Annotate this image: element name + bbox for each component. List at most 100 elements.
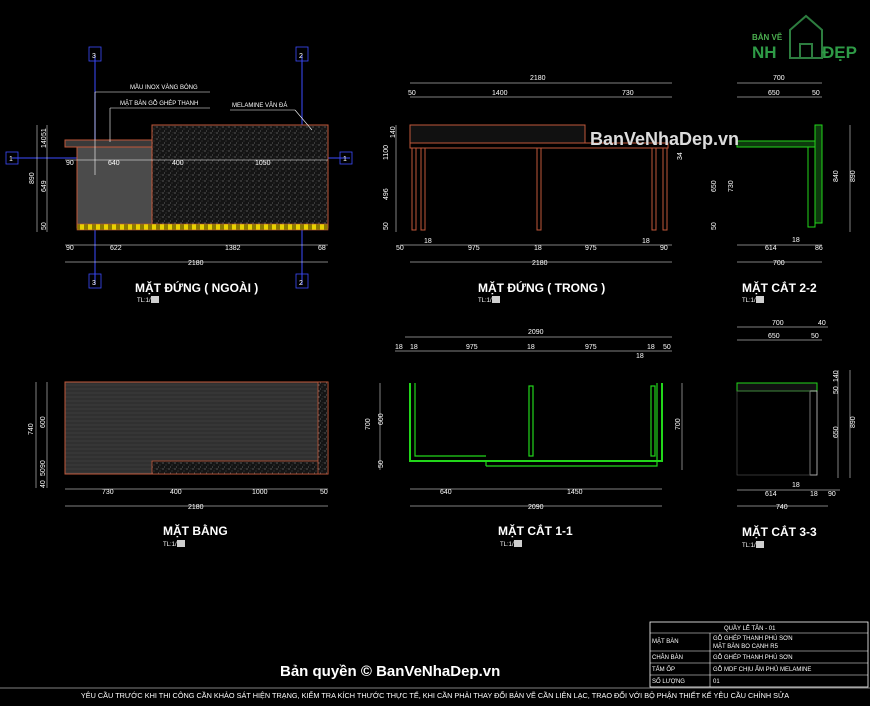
dimension: 975	[466, 344, 478, 351]
logo-line2a: NH	[752, 43, 777, 62]
logo-line1: BẢN VẼ	[752, 33, 783, 42]
view-section-1-1: 2090 18 18 975 18 975 18 50 18 700 600 5…	[365, 329, 683, 548]
dimension: 650	[711, 180, 718, 192]
view-scale: TL:1/	[500, 542, 514, 548]
dimension: 650	[768, 90, 780, 97]
view-title: MẶT CẮT 2-2	[742, 280, 817, 295]
dimension: 650	[768, 333, 780, 340]
view-scale: TL:1/	[742, 543, 756, 549]
dimension: 18	[410, 344, 418, 351]
title-block-key: CHÂN BÀN	[652, 654, 683, 661]
title-block-value: GỖ MDF CHỊU ẨM PHỦ MELAMINE	[713, 666, 811, 673]
dimension: 496	[383, 188, 390, 200]
dimension: 890	[850, 416, 857, 428]
dimension: 975	[468, 245, 480, 252]
dimension: 890	[850, 170, 857, 182]
axis-label: 1	[9, 156, 13, 163]
dimension: 400	[172, 160, 184, 167]
dimension-total: 2180	[188, 260, 204, 267]
view-title: MẶT CẮT 3-3	[742, 524, 817, 539]
dimension: 86	[815, 245, 823, 252]
dimension: 50	[40, 468, 47, 476]
title-block-value: MẶT BÀN BO CẠNH R5	[713, 643, 779, 650]
view-scale: TL:1/	[163, 542, 177, 548]
dimension: 51	[41, 128, 48, 136]
dimension: 400	[170, 489, 182, 496]
dimension: 975	[585, 245, 597, 252]
dimension: 18	[647, 344, 655, 351]
axis-label: 2	[299, 53, 303, 60]
dimension: 140	[41, 136, 48, 148]
dimension: 1450	[567, 489, 583, 496]
dimension-total: 700	[773, 260, 785, 267]
dimension: 840	[833, 170, 840, 182]
dimension: 50	[320, 489, 328, 496]
dimension: 614	[765, 245, 777, 252]
material-label: MẦU INOX VÀNG BÓNG	[130, 84, 198, 91]
view-elevation-outside: 3 2 3 2 1 1 MẦU INOX VÀNG BÓNG MẶT BÀN G…	[5, 46, 353, 304]
dimension: 975	[585, 344, 597, 351]
dimension: 650	[833, 426, 840, 438]
view-title: MẶT BẰNG	[163, 523, 228, 538]
dimension: 890	[29, 172, 36, 184]
view-scale: TL:1/	[478, 298, 492, 304]
brand-logo: BẢN VẼ NH ĐẸP	[752, 14, 857, 62]
dimension: 34	[677, 152, 684, 160]
dimension: 18	[395, 344, 403, 351]
dimension: 740	[28, 423, 35, 435]
dimension: 18	[534, 245, 542, 252]
dimension: 40	[818, 320, 826, 327]
title-block-value: 01	[713, 679, 720, 685]
dimension: 50	[383, 222, 390, 230]
dimension-total: 700	[773, 75, 785, 82]
dimension: 50	[396, 245, 404, 252]
dimension-total: 2180	[532, 260, 548, 267]
dimension-total: 2180	[188, 504, 204, 511]
dimension: 18	[792, 482, 800, 489]
dimension: 18	[527, 344, 535, 351]
view-scale: TL:1/	[742, 298, 756, 304]
footer-note: YÊU CẦU TRƯỚC KHI THI CÔNG CẦN KHẢO SÁT …	[81, 690, 789, 700]
dimension: 18	[636, 353, 644, 360]
dimension: 40	[40, 480, 47, 488]
dimension: 50	[811, 333, 819, 340]
axis-label: 1	[343, 156, 347, 163]
dimension: 700	[772, 320, 784, 327]
dimension: 600	[378, 413, 385, 425]
dimension: 1100	[383, 145, 390, 160]
dimension: 730	[622, 90, 634, 97]
title-block-value: GỖ GHÉP THANH PHÚ SƠN	[713, 635, 793, 642]
dimension: 50	[378, 460, 385, 468]
dimension: 90	[660, 245, 668, 252]
title-block-header: QUẦY LỄ TÂN - 01	[724, 625, 776, 632]
dimension: 730	[728, 180, 735, 192]
dimension: 649	[41, 180, 48, 192]
material-label: MELAMINE VÂN ĐÁ	[232, 102, 287, 109]
dimension: 90	[828, 491, 836, 498]
view-section-2-2: 700 650 50 840 890 650 730 50 18 614 86 …	[711, 75, 857, 304]
dimension: 700	[365, 418, 372, 430]
dimension: 1382	[225, 245, 241, 252]
dimension: 50	[711, 222, 718, 230]
dimension: 68	[318, 245, 326, 252]
dimension: 1000	[252, 489, 268, 496]
dimension: 18	[792, 237, 800, 244]
dimension-total: 740	[776, 504, 788, 511]
view-title: MẶT ĐỨNG ( TRONG )	[478, 280, 605, 295]
material-label: MẶT BÀN GỖ GHÉP THANH	[120, 100, 198, 107]
drawing-canvas: BẢN VẼ NH ĐẸP 3 2 3 2 1 1 MẦU INOX VÀNG …	[0, 14, 870, 706]
view-title: MẶT CẮT 1-1	[498, 523, 573, 538]
dimension: 50	[663, 344, 671, 351]
dimension: 600	[40, 416, 47, 428]
dimension: 640	[108, 160, 120, 167]
view-plan: 740 600 90 50 40 730 400 1000 50 2180 MẶ…	[28, 381, 329, 548]
dimension: 622	[110, 245, 122, 252]
title-block: QUẦY LỄ TÂN - 01 MẶT BÀN GỖ GHÉP THANH P…	[649, 621, 869, 688]
axis-label: 3	[92, 53, 96, 60]
dimension: 140	[833, 370, 840, 382]
view-elevation-inside: 2180 50 1400 730 140 1100 496 50 34 50 1…	[383, 75, 684, 304]
title-block-key: SỐ LƯỢNG	[652, 678, 685, 685]
watermark-top: BanVeNhaDep.vn	[590, 129, 739, 149]
dimension-total: 2180	[530, 75, 546, 82]
dimension-total: 2090	[528, 329, 544, 336]
